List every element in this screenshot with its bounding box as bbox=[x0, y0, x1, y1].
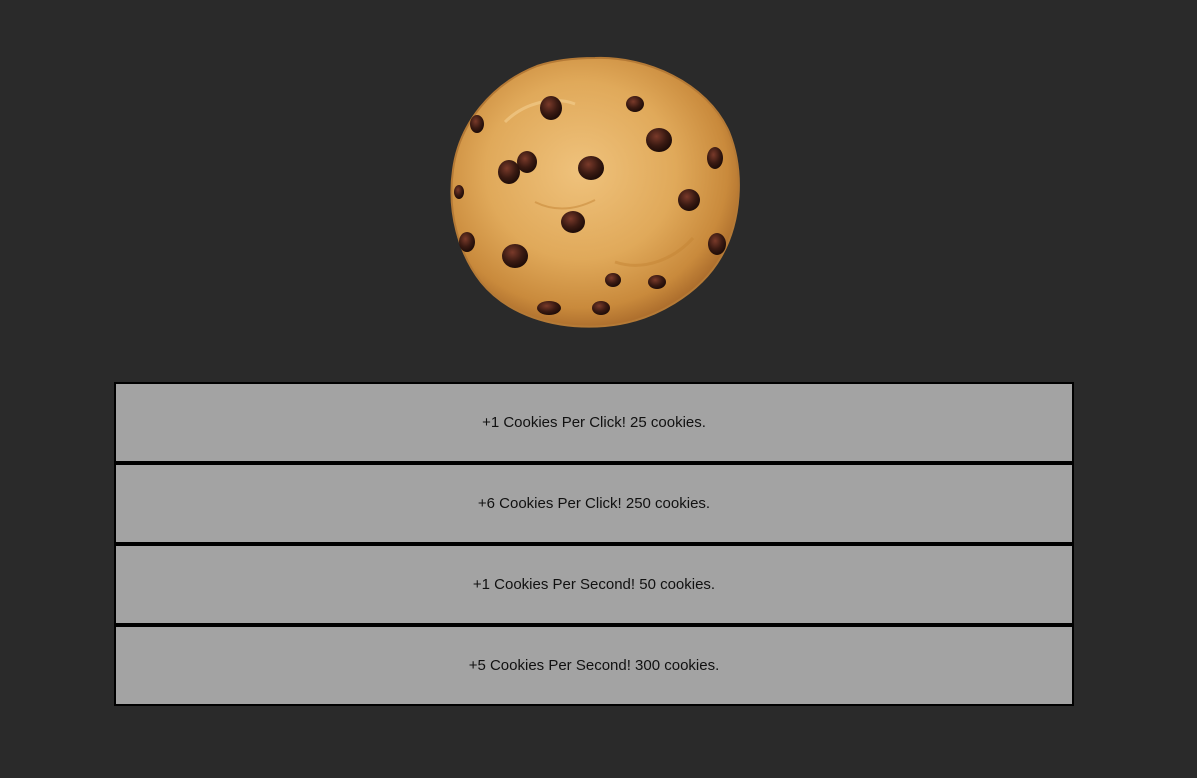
chocolate-chip-cookie-icon bbox=[450, 56, 740, 328]
upgrade-label: +1 Cookies Per Second! 50 cookies. bbox=[472, 576, 716, 593]
upgrade-label: +1 Cookies Per Click! 25 cookies. bbox=[482, 414, 706, 431]
cookie-button[interactable] bbox=[445, 52, 743, 332]
upgrade-button-2[interactable]: +6 Cookies Per Click! 250 cookies. bbox=[114, 463, 1074, 544]
upgrade-button-1[interactable]: +1 Cookies Per Click! 25 cookies. bbox=[114, 382, 1074, 463]
game-stage: +1 Cookies Per Click! 25 cookies. +6 Coo… bbox=[0, 0, 1197, 778]
upgrade-label: +5 Cookies Per Second! 300 cookies. bbox=[468, 657, 720, 674]
upgrade-button-3[interactable]: +1 Cookies Per Second! 50 cookies. bbox=[114, 544, 1074, 625]
upgrade-list: +1 Cookies Per Click! 25 cookies. +6 Coo… bbox=[114, 382, 1074, 706]
upgrade-button-4[interactable]: +5 Cookies Per Second! 300 cookies. bbox=[114, 625, 1074, 706]
upgrade-label: +6 Cookies Per Click! 250 cookies. bbox=[477, 495, 711, 512]
